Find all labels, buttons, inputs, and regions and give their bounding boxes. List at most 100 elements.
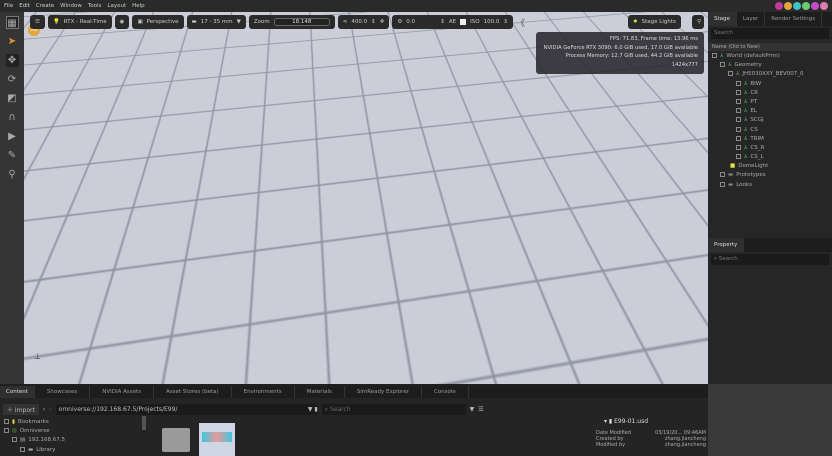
ae-checkbox[interactable] (460, 19, 467, 25)
folder-thumbnail[interactable] (162, 428, 190, 452)
expand-icon[interactable] (720, 181, 725, 187)
tree-item[interactable]: ⅄ World (defaultPrim) (708, 52, 832, 61)
tree-item[interactable]: ◎ Omniverse (4, 427, 144, 436)
tree-item[interactable]: ⅄ CS_R (708, 144, 832, 153)
tree-item[interactable]: ⅄ CS (708, 126, 832, 135)
camera-button[interactable]: ▣ Perspective (132, 15, 184, 29)
tab-stage[interactable]: Stage (708, 12, 737, 26)
tree-item[interactable]: ⅄ EL (708, 107, 832, 116)
tab-asset-stores[interactable]: Asset Stores (beta) (154, 386, 232, 398)
user-badge[interactable]: XU (387, 170, 399, 182)
user-avatar[interactable] (811, 2, 819, 10)
speed-input[interactable]: 400.0 (351, 19, 367, 25)
play-icon[interactable]: ▶ (6, 130, 19, 143)
scale-icon[interactable]: ◩ (6, 92, 19, 105)
tab-render-settings[interactable]: Render Settings (765, 12, 823, 26)
user-avatar[interactable] (820, 2, 828, 10)
list-view-icon[interactable]: ☰ (478, 406, 483, 413)
chevron-down-icon[interactable]: ▼ ▮ (308, 404, 318, 415)
tab-content[interactable]: Content (0, 386, 35, 398)
stage-lights-button[interactable]: ✹ Stage Lights (628, 15, 681, 29)
expand-icon[interactable] (736, 108, 741, 114)
user-avatar[interactable] (793, 2, 801, 10)
user-avatar[interactable] (802, 2, 810, 10)
menu-create[interactable]: Create (36, 3, 54, 9)
settings-button[interactable]: ☰ (30, 15, 45, 29)
back-icon[interactable]: ‹ (43, 406, 45, 413)
expand-icon[interactable] (736, 126, 741, 132)
expand-icon[interactable] (12, 437, 17, 443)
content-search-input[interactable]: ⌕ Search (321, 403, 466, 415)
expand-icon[interactable] (720, 62, 725, 68)
iso-input[interactable]: 100.0 (484, 19, 500, 25)
menu-file[interactable]: File (4, 3, 13, 9)
paint-icon[interactable]: ✎ (6, 149, 19, 162)
tree-item[interactable]: ⅄ Geometry (708, 61, 832, 70)
stepper-icon[interactable]: ⇕ (440, 19, 445, 25)
path-input[interactable]: omniverse://192.168.67.5/Projects/E99/ ▼ … (55, 403, 318, 415)
menu-edit[interactable]: Edit (19, 3, 30, 9)
stepper-icon[interactable]: ⇕ (503, 19, 508, 25)
import-button[interactable]: ＋ Import (3, 403, 39, 415)
tree-item[interactable]: ⅄ CS_L (708, 153, 832, 162)
user-badge[interactable]: DH (684, 364, 696, 376)
snap-icon[interactable]: ∩ (6, 111, 19, 124)
lens-dropdown[interactable]: ▬ 17 - 35 mm ▼ (186, 15, 246, 29)
user-avatar[interactable] (775, 2, 783, 10)
select-arrow-icon[interactable]: ➤ (6, 35, 19, 48)
expand-icon[interactable] (736, 80, 741, 86)
expand-icon[interactable] (4, 419, 9, 424)
rotate-icon[interactable]: ⟳ (6, 73, 19, 86)
exposure-input[interactable]: 0.0 (406, 19, 436, 25)
tree-item[interactable]: ▤ 192.168.67.5 (4, 436, 144, 445)
tab-environments[interactable]: Environments (232, 386, 295, 398)
usd-thumbnail[interactable] (199, 423, 235, 456)
user-avatar[interactable] (784, 2, 792, 10)
select-mode-icon[interactable]: ▦ (5, 16, 19, 29)
stage-search-input[interactable]: Search (711, 28, 829, 39)
tab-layer[interactable]: Layer (737, 12, 766, 26)
menu-window[interactable]: Window (60, 3, 82, 9)
tab-materials[interactable]: Materials (295, 386, 345, 398)
pin-button[interactable]: ⚲ (692, 15, 704, 29)
tab-console[interactable]: Console (422, 386, 469, 398)
expand-icon[interactable] (20, 446, 25, 452)
tab-simready-explorer[interactable]: SimReady Explorer (345, 386, 422, 398)
expand-icon[interactable] (728, 71, 733, 77)
tab-showcases[interactable]: Showcases (35, 386, 91, 398)
user-badge[interactable]: AN (428, 158, 440, 170)
expand-icon[interactable] (720, 172, 725, 178)
tree-item[interactable]: ▬ Prototypes (708, 171, 832, 180)
tree-item[interactable]: ⅄ JH5030XXY_BEV007_0 (708, 70, 832, 79)
stepper-icon[interactable]: ⇕ (371, 19, 376, 25)
tree-item[interactable]: ⅄ TRIM (708, 135, 832, 144)
tree-item[interactable]: ■ DomeLight (708, 162, 832, 171)
tab-nvidia-assets[interactable]: NVIDIA Assets (90, 386, 155, 398)
tree-item[interactable]: ⅄ BIW (708, 80, 832, 89)
tree-item[interactable]: ▬ Looks (708, 181, 832, 190)
menu-layout[interactable]: Layout (107, 3, 126, 9)
expand-icon[interactable] (736, 89, 741, 95)
expand-icon[interactable] (736, 117, 741, 123)
tree-item[interactable]: ▬ Library (4, 446, 144, 455)
menu-tools[interactable]: Tools (88, 3, 102, 9)
expand-icon[interactable] (712, 53, 717, 58)
forward-icon[interactable]: › (49, 406, 51, 413)
menu-help[interactable]: Help (132, 3, 145, 9)
zoom-input[interactable]: 18.148 (273, 18, 330, 26)
eye-button[interactable]: ◉ (114, 15, 130, 29)
user-badge[interactable]: WA (316, 230, 328, 242)
tab-property[interactable]: Property (708, 238, 745, 252)
target-icon[interactable]: ✜ (380, 19, 385, 25)
tree-item[interactable]: ▮ Bookmarks (4, 418, 144, 427)
property-search-input[interactable]: ⌕ Search (711, 254, 829, 265)
tree-item[interactable]: ⅄ CR (708, 89, 832, 98)
user-badge[interactable]: ZH (374, 170, 386, 182)
tree-item[interactable]: ⅄ SCGJ (708, 116, 832, 125)
move-icon[interactable]: ✥ (5, 54, 19, 67)
filter-icon[interactable]: ▼ (470, 406, 475, 413)
tree-item[interactable]: ⅄ PT (708, 98, 832, 107)
expand-icon[interactable] (736, 135, 741, 141)
collapse-icon[interactable]: 《 (516, 16, 525, 29)
expand-icon[interactable] (736, 98, 741, 104)
